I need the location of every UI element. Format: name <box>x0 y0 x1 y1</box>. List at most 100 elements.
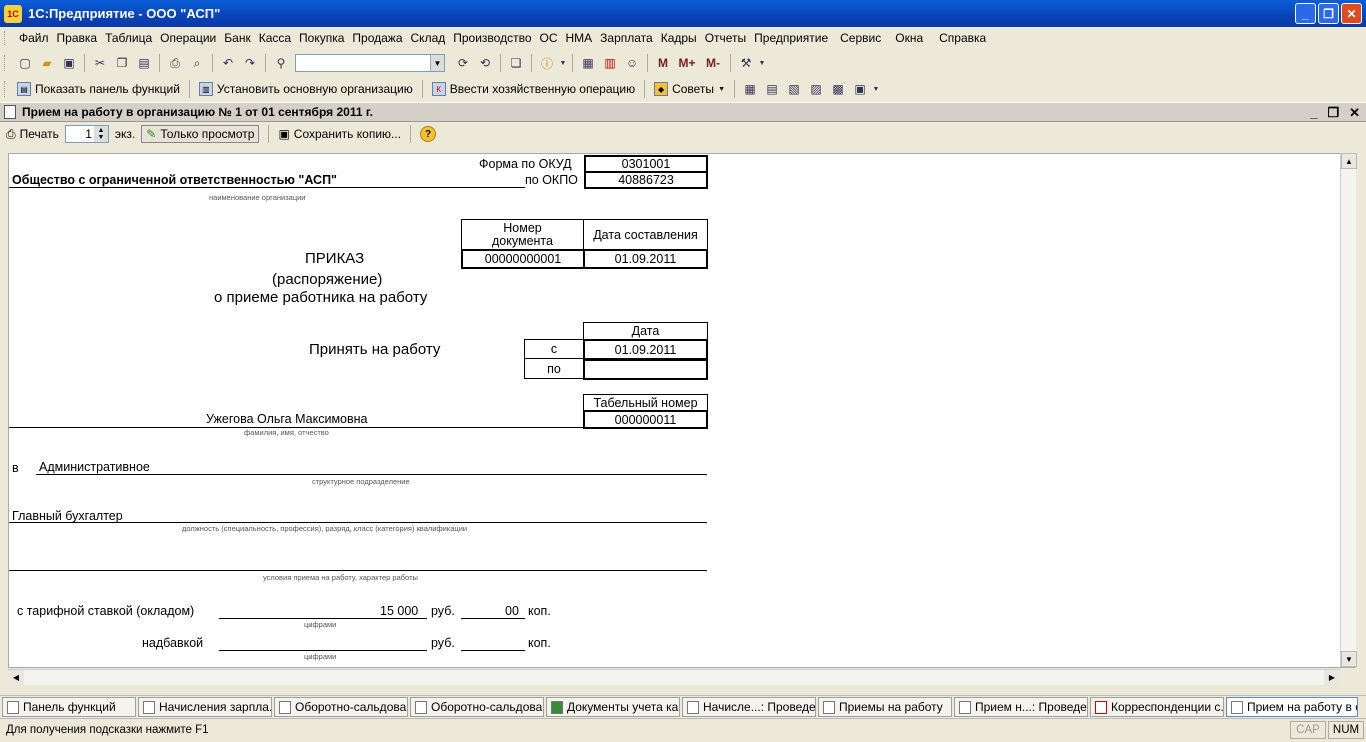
doc-minimize-button[interactable]: _ <box>1310 105 1317 121</box>
show-panel-label: Показать панель функций <box>35 82 180 96</box>
open-folder-icon[interactable]: ▰ <box>37 53 57 73</box>
restore-button[interactable]: ❐ <box>1318 3 1339 24</box>
tools-icon[interactable]: ⚒ <box>736 53 756 73</box>
stepper-arrows[interactable]: ▲ ▼ <box>93 126 108 142</box>
task-accrual-posted[interactable]: Начисле...: Проведен <box>682 697 816 717</box>
doc-restore-button[interactable]: ❐ <box>1327 105 1339 121</box>
menu-salary[interactable]: Зарплата <box>596 31 657 45</box>
menu-reports[interactable]: Отчеты <box>701 31 750 45</box>
menu-hr[interactable]: Кадры <box>657 31 701 45</box>
task-correspondence[interactable]: Корреспонденции с... <box>1090 697 1224 717</box>
report-icon[interactable]: ▩ <box>828 79 848 99</box>
menu-warehouse[interactable]: Склад <box>407 31 450 45</box>
search-icon[interactable]: ⚲ <box>271 53 291 73</box>
new-doc-icon[interactable]: ▢ <box>15 53 35 73</box>
menu-sales[interactable]: Продажа <box>348 31 406 45</box>
print-preview-icon[interactable]: ⌕ <box>187 53 207 73</box>
print-button[interactable]: ⎙ Печать <box>6 127 59 142</box>
show-panel-button[interactable]: ▤ Показать панель функций <box>13 82 184 96</box>
users-icon[interactable]: ☺ <box>622 53 642 73</box>
doc-date: 01.09.2011 <box>583 249 708 269</box>
paste-icon[interactable]: ▤ <box>134 53 154 73</box>
toolbar-grip[interactable] <box>4 31 7 45</box>
toolbar-grip[interactable] <box>4 81 7 97</box>
register-icon[interactable]: ▧ <box>784 79 804 99</box>
tips-button[interactable]: ◆ Советы ▼ <box>650 82 729 96</box>
find-prev-icon[interactable]: ⟲ <box>475 53 495 73</box>
menu-service[interactable]: Сервис <box>836 31 885 45</box>
task-label: Прием на работу в о... <box>1247 700 1357 714</box>
document-title: Прием на работу в организацию № 1 от 01 … <box>22 105 373 119</box>
document-title-bar: Прием на работу в организацию № 1 от 01 … <box>0 102 1366 122</box>
find-next-icon[interactable]: ⟳ <box>453 53 473 73</box>
info-icon[interactable]: ⓘ <box>537 53 557 73</box>
menu-cash[interactable]: Касса <box>255 31 295 45</box>
ledger-icon[interactable]: ▨ <box>806 79 826 99</box>
chevron-down-icon[interactable]: ▼ <box>872 79 880 99</box>
cut-icon[interactable]: ✂ <box>90 53 110 73</box>
menu-table[interactable]: Таблица <box>101 31 156 45</box>
task-payroll[interactable]: Начисления зарпла... <box>138 697 272 717</box>
task-hire-posted[interactable]: Прием н...: Проведен <box>954 697 1088 717</box>
task-hires[interactable]: Приемы на работу <box>818 697 952 717</box>
menu-fixed-assets[interactable]: ОС <box>536 31 562 45</box>
enter-operation-button[interactable]: К Ввести хозяйственную операцию <box>428 82 639 96</box>
scroll-down-icon[interactable]: ▼ <box>1341 651 1357 667</box>
close-button[interactable]: ✕ <box>1341 3 1362 24</box>
task-balance-2[interactable]: Оборотно-сальдова... <box>410 697 544 717</box>
scroll-up-icon[interactable]: ▲ <box>1341 153 1357 169</box>
menu-purchase[interactable]: Покупка <box>295 31 348 45</box>
spreadsheet-document[interactable]: Форма по ОКУД 0301001 Общество с огранич… <box>8 153 1356 668</box>
save-copy-button[interactable]: ▣ Сохранить копию... <box>278 127 401 141</box>
memory-minus-button[interactable]: M- <box>701 53 725 73</box>
set-main-org-button[interactable]: ▥ Установить основную организацию <box>195 82 417 96</box>
windows-icon[interactable]: ❏ <box>506 53 526 73</box>
toolbar-grip[interactable] <box>4 55 7 71</box>
memory-plus-button[interactable]: M+ <box>675 53 699 73</box>
chevron-down-icon[interactable]: ▼ <box>758 53 766 73</box>
toolbar-separator <box>268 125 270 143</box>
save-icon[interactable]: ▣ <box>59 53 79 73</box>
vertical-scrollbar[interactable]: ▲ ▼ <box>1340 153 1357 667</box>
scroll-right-icon[interactable]: ▶ <box>1324 670 1340 685</box>
copy-icon[interactable]: ❐ <box>112 53 132 73</box>
menu-production[interactable]: Производство <box>449 31 535 45</box>
minimize-button[interactable]: _ <box>1295 3 1316 24</box>
menu-file[interactable]: Файл <box>15 31 53 45</box>
menu-bank[interactable]: Банк <box>220 31 254 45</box>
task-functions-panel[interactable]: Панель функций <box>2 697 136 717</box>
task-cash-docs[interactable]: Документы учета ка... <box>546 697 680 717</box>
menu-intangibles[interactable]: НМА <box>562 31 597 45</box>
bonus-kop-label: коп. <box>528 636 551 650</box>
menu-bar: Файл Правка Таблица Операции Банк Касса … <box>0 28 1366 48</box>
calculator-icon[interactable]: ▦ <box>578 53 598 73</box>
search-input[interactable]: ▼ <box>295 54 445 72</box>
redo-icon[interactable]: ↷ <box>240 53 260 73</box>
chart-of-accounts-icon[interactable]: ▦ <box>740 79 760 99</box>
chevron-down-icon[interactable]: ▼ <box>430 55 444 71</box>
task-hire-order-active[interactable]: Прием на работу в о... <box>1226 697 1358 717</box>
copies-value: 1 <box>85 127 92 141</box>
help-icon[interactable]: ? <box>420 126 437 142</box>
calendar-icon[interactable]: ▥ <box>600 53 620 73</box>
menu-edit[interactable]: Правка <box>53 31 102 45</box>
copies-stepper[interactable]: 1 ▲ ▼ <box>64 125 109 143</box>
menu-operations[interactable]: Операции <box>156 31 220 45</box>
scroll-left-icon[interactable]: ◀ <box>8 670 24 685</box>
doc-close-button[interactable]: ✕ <box>1349 105 1360 121</box>
task-label: Оборотно-сальдова... <box>295 700 408 714</box>
menu-enterprise[interactable]: Предприятие <box>750 31 832 45</box>
menu-windows[interactable]: Окна <box>891 31 927 45</box>
chevron-down-icon[interactable]: ▼ <box>559 53 567 73</box>
settings-icon[interactable]: ▣ <box>850 79 870 99</box>
undo-icon[interactable]: ↶ <box>218 53 238 73</box>
view-only-toggle[interactable]: ✎ Только просмотр <box>141 125 260 143</box>
journal-icon[interactable]: ▤ <box>762 79 782 99</box>
tips-icon: ◆ <box>654 82 669 96</box>
bonus-label: надбавкой <box>142 636 204 650</box>
menu-help[interactable]: Справка <box>935 31 990 45</box>
print-icon[interactable]: ⎙ <box>165 53 185 73</box>
horizontal-scrollbar[interactable]: ◀ ▶ <box>8 669 1340 685</box>
memory-m-button[interactable]: M <box>653 53 673 73</box>
task-balance-1[interactable]: Оборотно-сальдова... <box>274 697 408 717</box>
